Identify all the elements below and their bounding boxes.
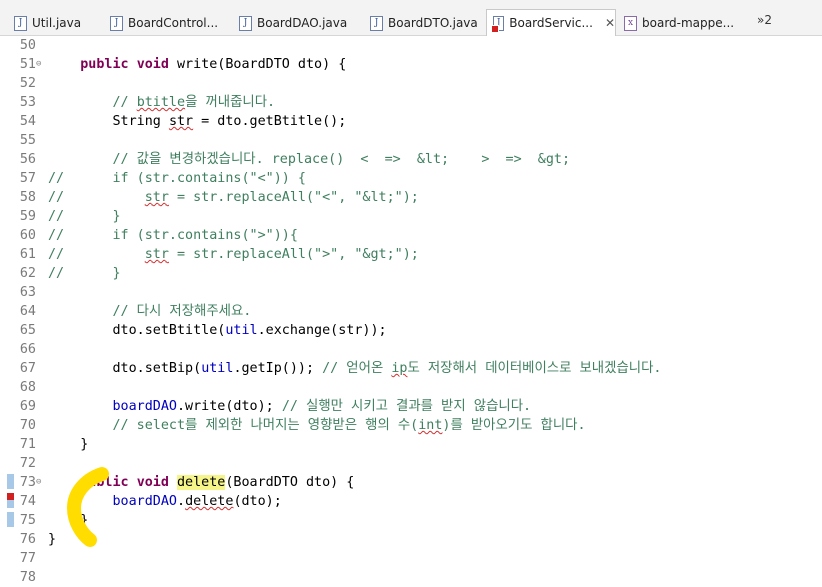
- highlighter-annotation: [66, 467, 109, 547]
- yellow-brush-stroke: [66, 467, 109, 547]
